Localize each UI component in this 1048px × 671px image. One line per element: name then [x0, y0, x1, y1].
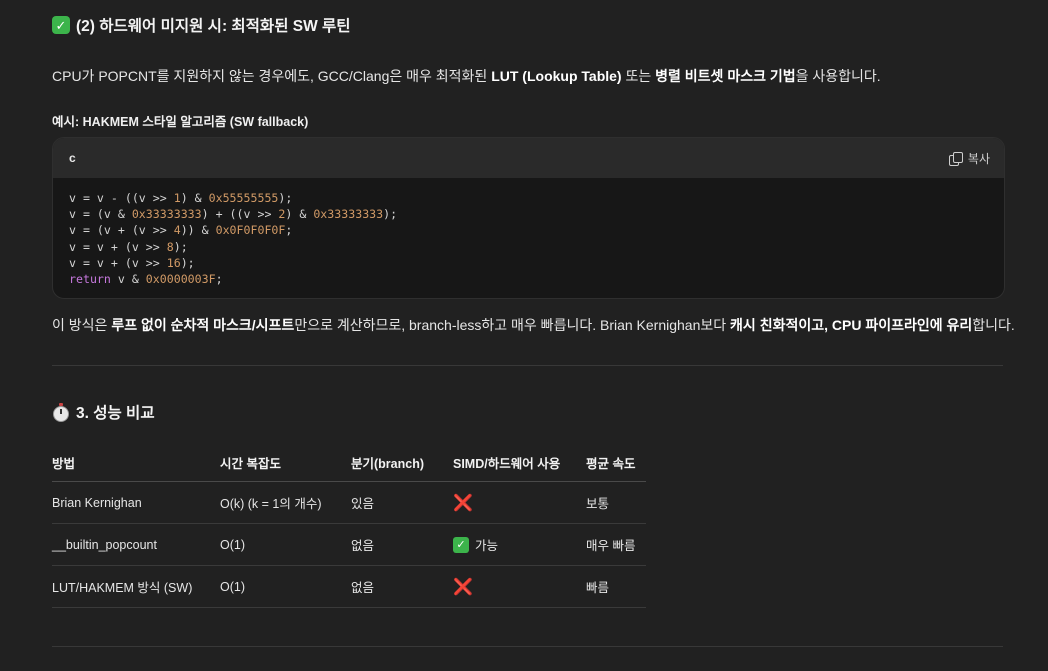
copy-icon	[948, 151, 963, 166]
table-header-complexity: 시간 복잡도	[220, 443, 351, 482]
cross-mark-icon: ❌	[453, 578, 473, 596]
code-line: v = (v + (v >> 4)) & 0x0F0F0F0F;	[69, 223, 293, 238]
copy-code-button[interactable]: 복사	[948, 150, 990, 167]
table-cell: 매우 빠름	[586, 523, 646, 566]
summary-paragraph: 이 방식은 루프 없이 순차적 마스크/시프트만으로 계산하므로, branch…	[52, 315, 1015, 335]
table-cell: 없음	[351, 523, 453, 566]
intro-paragraph: CPU가 POPCNT를 지원하지 않는 경우에도, GCC/Clang은 매우…	[52, 66, 881, 86]
code-line: v = v + (v >> 8);	[69, 239, 188, 254]
check-mark-icon: ✓	[453, 536, 469, 553]
table-cell: 보통	[586, 481, 646, 524]
code-content: v = v - ((v >> 1) & 0x55555555); v = (v &…	[53, 178, 1004, 298]
copy-label: 복사	[967, 151, 990, 166]
check-mark-icon: ✓	[52, 16, 70, 34]
code-line: v = v - ((v >> 1) & 0x55555555);	[69, 191, 293, 205]
code-block-header: c 복사	[53, 138, 1004, 178]
code-line: v = (v & 0x33333333) + ((v >> 2) & 0x333…	[69, 207, 398, 222]
section-heading-text: 3. 성능 비교	[76, 405, 155, 422]
table-cell: __builtin_popcount	[52, 523, 220, 566]
intro-text-2: 또는	[621, 68, 656, 84]
table-header-simd: SIMD/하드웨어 사용	[453, 443, 586, 482]
summary-bold-1: 루프 없이 순차적 마스크/시프트	[111, 317, 295, 333]
simd-supported-text: 가능	[475, 539, 499, 553]
table-header-row: 방법 시간 복잡도 분기(branch) SIMD/하드웨어 사용 평균 속도	[52, 443, 646, 482]
table-row: Brian Kernighan O(k) (k = 1의 개수) 있음 ❌ 보통	[52, 481, 646, 524]
table-cell: O(1)	[220, 523, 351, 566]
intro-text-1: CPU가 POPCNT를 지원하지 않는 경우에도, GCC/Clang은 매우…	[52, 68, 492, 84]
divider	[52, 365, 1003, 366]
table-cell: O(k) (k = 1의 개수)	[220, 481, 351, 524]
section-heading-sw-routine: ✓ (2) 하드웨어 미지원 시: 최적화된 SW 루틴	[52, 14, 351, 36]
table-cell: 없음	[351, 565, 453, 608]
intro-bold-lut: LUT (Lookup Table)	[491, 68, 622, 84]
code-block: c 복사 v = v - ((v >> 1) & 0x55555555); v =…	[52, 137, 1005, 299]
intro-bold-mask: 병렬 비트셋 마스크 기법	[655, 68, 796, 84]
summary-text-3: 합니다.	[972, 317, 1015, 333]
table-row: __builtin_popcount O(1) 없음 ✓ 가능 매우 빠름	[52, 523, 646, 566]
code-line: return v & 0x0000003F;	[69, 272, 223, 287]
section-heading-performance: 3. 성능 비교	[52, 401, 155, 423]
table-row: LUT/HAKMEM 방식 (SW) O(1) 없음 ❌ 빠름	[52, 565, 646, 608]
table-cell: ❌	[453, 565, 586, 608]
table-header-method: 방법	[52, 443, 220, 482]
divider	[52, 646, 1003, 647]
stopwatch-icon	[52, 403, 70, 422]
summary-text-2: 만으로 계산하므로, branch-less하고 매우 빠릅니다. Brian …	[294, 317, 731, 333]
summary-bold-2: 캐시 친화적이고, CPU 파이프라인에 유리	[730, 317, 973, 333]
table-header-branch: 분기(branch)	[351, 443, 453, 482]
example-label: 예시: HAKMEM 스타일 알고리즘 (SW fallback)	[52, 115, 309, 129]
cross-mark-icon: ❌	[453, 494, 473, 512]
code-language-label: c	[69, 151, 76, 165]
table-cell: ❌	[453, 481, 586, 524]
section-heading-text: (2) 하드웨어 미지원 시: 최적화된 SW 루틴	[76, 18, 351, 35]
code-line: v = v + (v >> 16);	[69, 255, 195, 270]
performance-table: 방법 시간 복잡도 분기(branch) SIMD/하드웨어 사용 평균 속도 …	[52, 443, 646, 608]
table-cell: ✓ 가능	[453, 523, 586, 566]
intro-text-3: 을 사용합니다.	[795, 68, 881, 84]
table-cell: O(1)	[220, 565, 351, 608]
table-cell: 있음	[351, 481, 453, 524]
summary-text-1: 이 방식은	[52, 317, 112, 333]
table-cell: 빠름	[586, 565, 646, 608]
table-cell: LUT/HAKMEM 방식 (SW)	[52, 565, 220, 608]
table-header-speed: 평균 속도	[586, 443, 646, 482]
table-cell: Brian Kernighan	[52, 481, 220, 524]
